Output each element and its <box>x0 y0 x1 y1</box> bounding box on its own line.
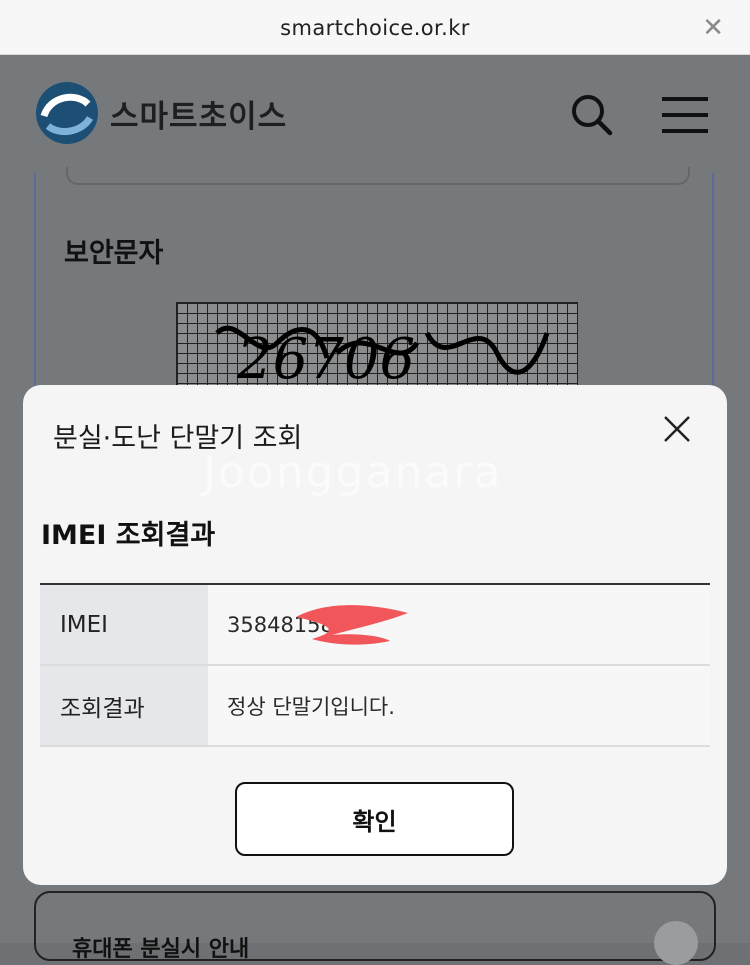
row-label: 조회결과 <box>40 666 208 745</box>
lost-phone-guide-label: 휴대폰 분실시 안내 <box>72 937 250 962</box>
row-value: 정상 단말기입니다. <box>208 666 710 745</box>
redaction-mark <box>296 605 408 645</box>
section-title: IMEI 조회결과 <box>41 520 216 551</box>
captcha-image: 26706 <box>176 302 578 394</box>
confirm-button[interactable]: 확인 <box>235 782 514 856</box>
table-row: IMEI 35848158 <box>40 585 710 666</box>
lost-phone-guide-card[interactable]: 휴대폰 분실시 안내 <box>34 891 716 965</box>
logo-text[interactable]: 스마트초이스 <box>110 91 287 136</box>
security-label: 보안문자 <box>64 238 164 269</box>
browser-url-bar[interactable]: smartchoice.or.kr ✕ <box>0 0 750 55</box>
search-icon[interactable] <box>570 93 614 141</box>
url-text[interactable]: smartchoice.or.kr <box>0 16 750 40</box>
logo-icon <box>36 82 98 144</box>
lookup-result-modal: 분실·도난 단말기 조회 Joongganara IMEI 조회결과 IMEI … <box>23 385 727 885</box>
chevron-right-icon[interactable] <box>654 921 698 965</box>
row-label: IMEI <box>40 585 208 664</box>
imei-input-edge[interactable] <box>66 167 690 185</box>
table-row: 조회결과 정상 단말기입니다. <box>40 666 710 747</box>
captcha-text: 26706 <box>236 327 415 392</box>
menu-icon[interactable] <box>662 97 708 137</box>
close-icon[interactable]: ✕ <box>702 13 724 43</box>
result-table: IMEI 35848158 조회결과 정상 단말기입니다. <box>40 583 710 747</box>
close-icon[interactable] <box>663 415 691 447</box>
row-value: 35848158 <box>208 585 710 664</box>
watermark-text: Joongganara <box>203 447 503 498</box>
